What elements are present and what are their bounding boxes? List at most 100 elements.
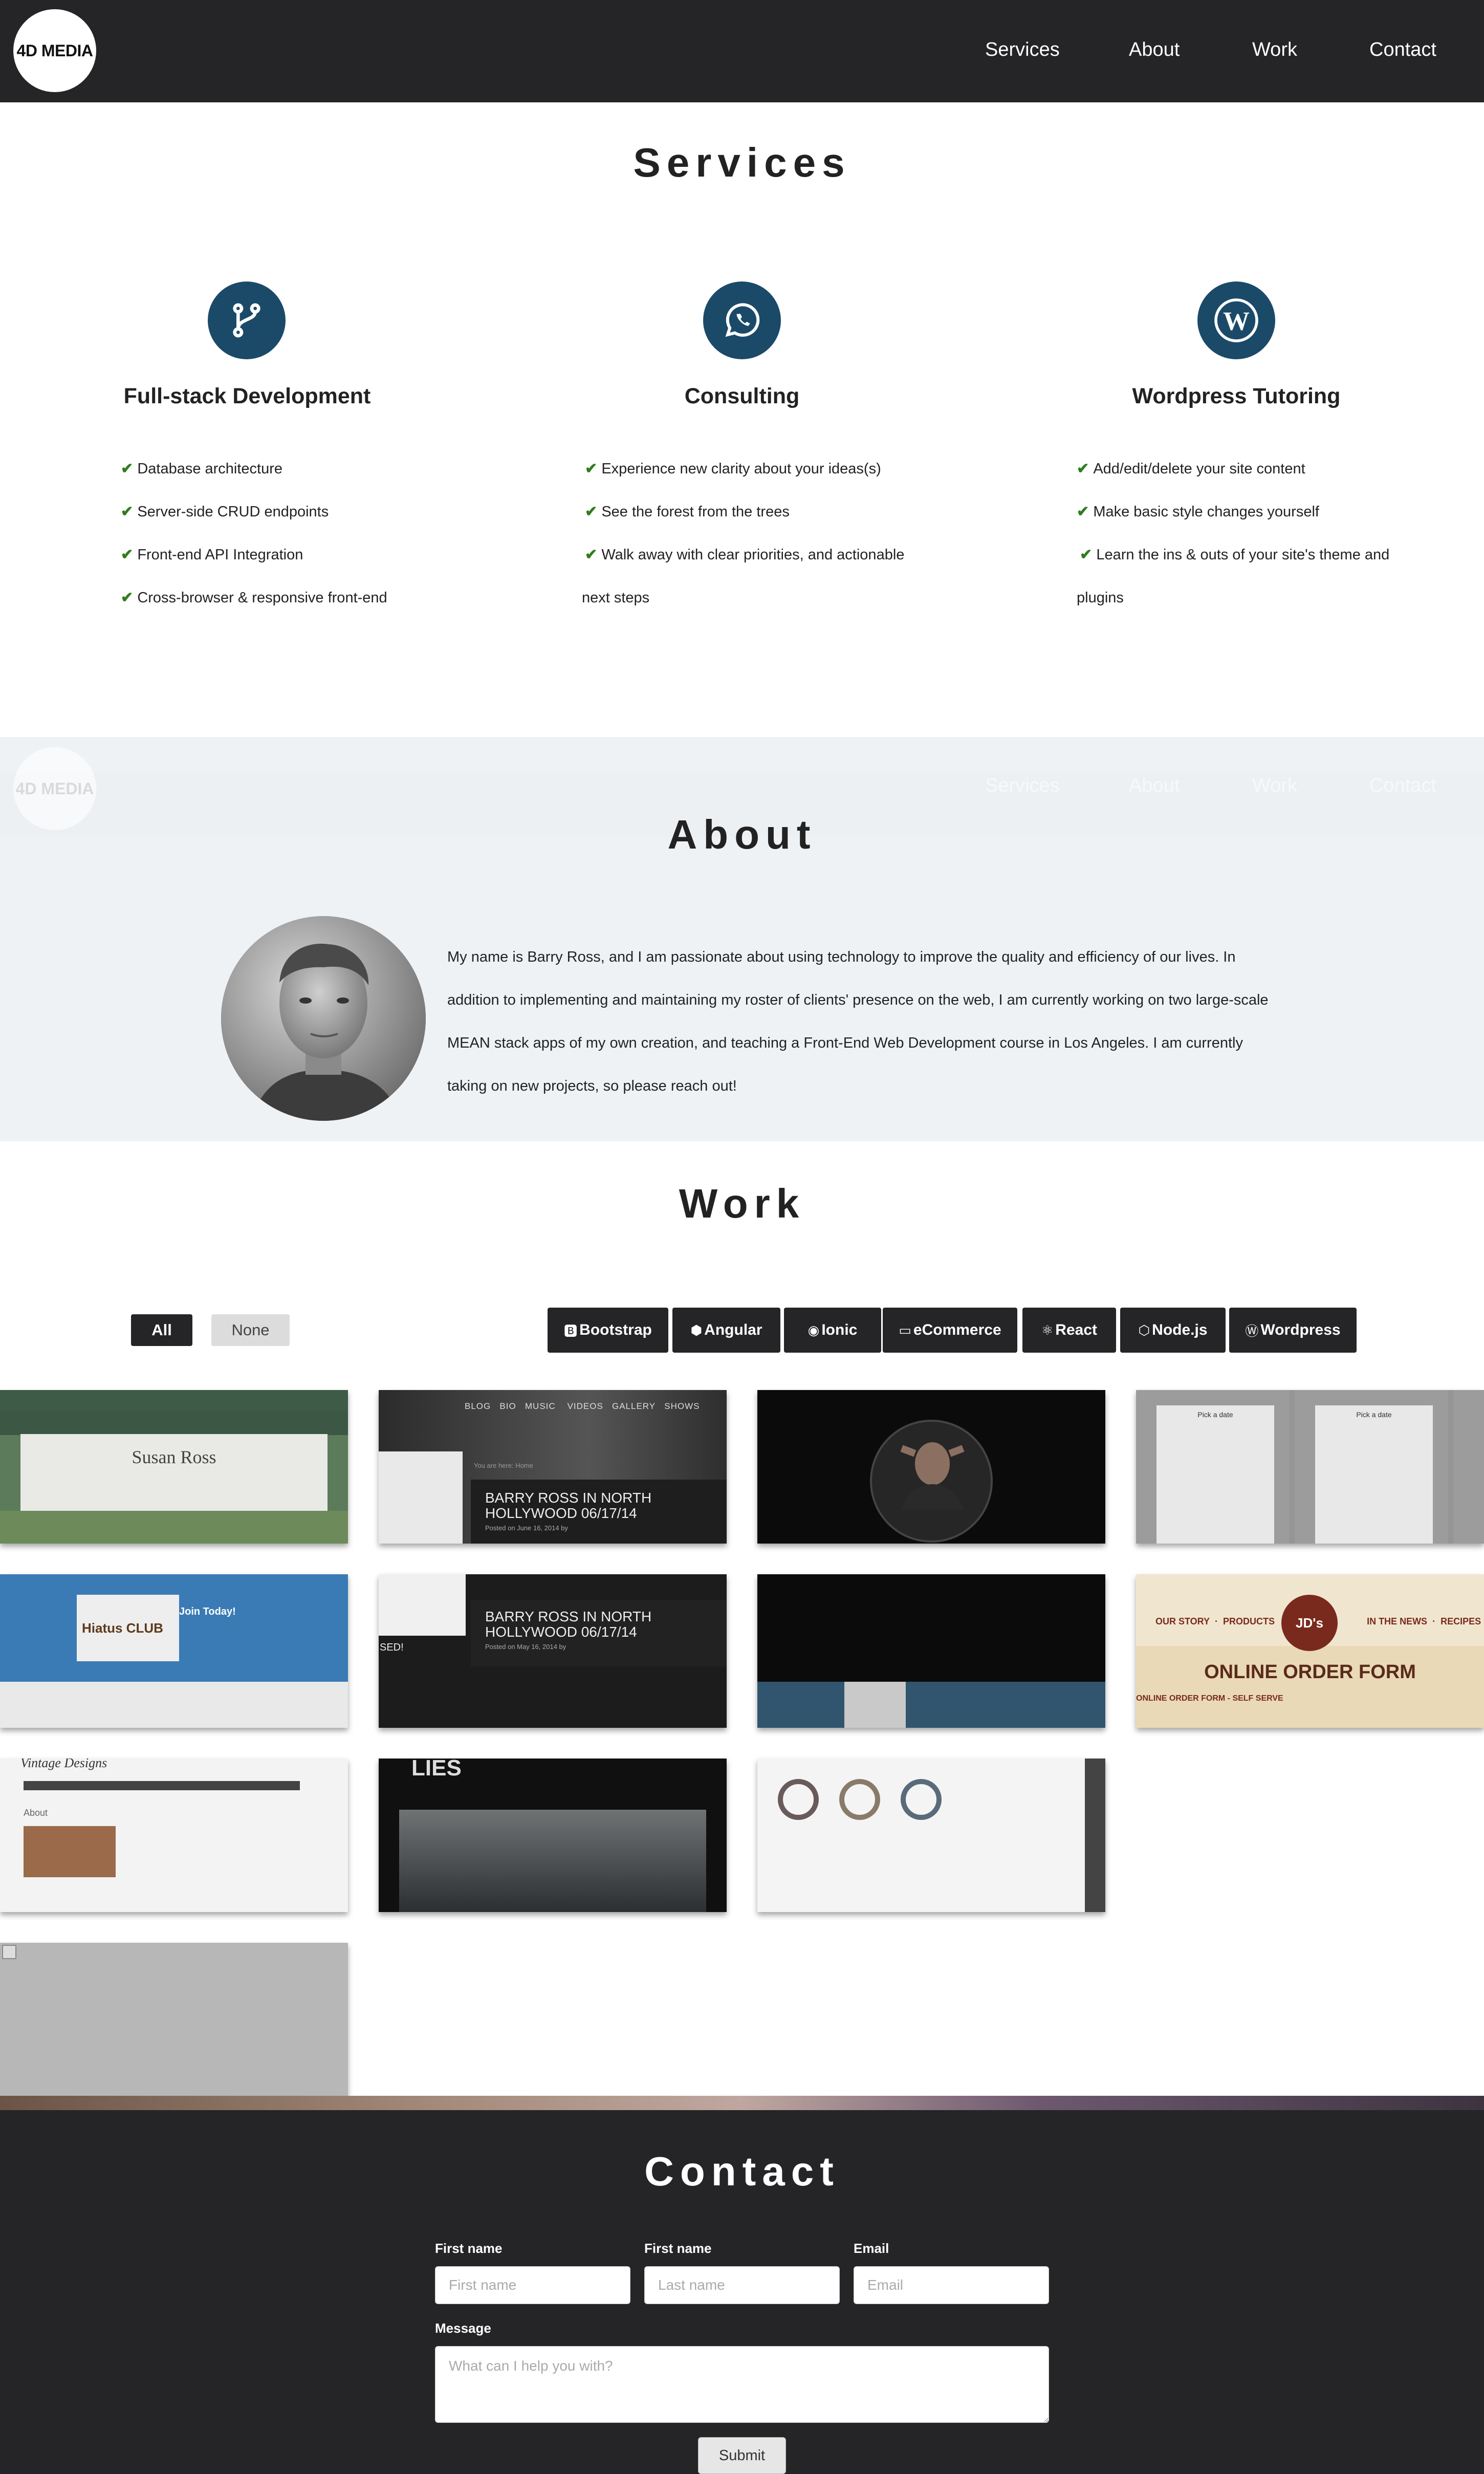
list-item: ✔ See the forest from the trees bbox=[585, 504, 790, 520]
tile-order-heading: ONLINE ORDER FORM bbox=[1204, 1661, 1416, 1683]
wordpress-icon: W bbox=[1197, 281, 1275, 359]
wordpress-small-icon: Ⓦ bbox=[1245, 1323, 1259, 1339]
check-icon: ✔ bbox=[1080, 547, 1093, 563]
tag-ionic[interactable]: ◉ Ionic bbox=[784, 1308, 881, 1353]
tag-nodejs[interactable]: ⬡ Node.js bbox=[1120, 1308, 1226, 1353]
service-list-fullstack: ✔ Database architecture ✔ Server-side CRUD… bbox=[121, 447, 387, 619]
tile-blog-post-title-2: BARRY ROSS IN NORTH HOLLYWOOD 06/17/14 bbox=[485, 1609, 652, 1640]
svg-text:W: W bbox=[1223, 307, 1250, 336]
faded-nav-link-contact: Contact bbox=[1369, 775, 1436, 796]
angular-icon: ⬢ bbox=[690, 1322, 703, 1338]
work-tile-date-picker[interactable]: Pick a date Pick a date bbox=[1136, 1390, 1484, 1544]
list-item: ✔ Database architecture bbox=[121, 461, 283, 477]
check-icon: ✔ bbox=[585, 461, 598, 477]
check-icon: ✔ bbox=[121, 590, 134, 606]
nav-link-work[interactable]: Work bbox=[1252, 39, 1297, 61]
credit-card-icon: ▭ bbox=[899, 1322, 911, 1338]
list-item: ✔ Learn the ins & outs of your site's the… bbox=[1077, 547, 1390, 606]
email-label: Email bbox=[854, 2241, 889, 2256]
tile-susan-name: Susan Ross bbox=[132, 1447, 216, 1467]
tag-angular[interactable]: ⬢ Angular bbox=[672, 1308, 780, 1353]
git-fork-icon bbox=[208, 281, 286, 359]
list-item: ✔ Make basic style changes yourself bbox=[1077, 504, 1319, 520]
ionic-icon: ◉ bbox=[808, 1322, 820, 1338]
service-title-wordpress: Wordpress Tutoring bbox=[1132, 384, 1341, 408]
tile-kevin-photo bbox=[900, 1442, 965, 1510]
work-tile-music-blog[interactable]: BLOG BIO MUSIC VIDEOS GALLERY SHOWS You … bbox=[379, 1390, 727, 1544]
list-item: ✔ Walk away with clear priorities, and ac… bbox=[582, 547, 905, 606]
work-tile-hiatus-club[interactable]: Hiatus CLUB Join Today! bbox=[0, 1574, 348, 1728]
service-list-wordpress: ✔ Add/edit/delete your site content ✔ Make… bbox=[1077, 447, 1404, 619]
list-item: ✔ Add/edit/delete your site content bbox=[1077, 461, 1305, 477]
logo[interactable]: 4D MEDIA bbox=[13, 9, 96, 92]
bootstrap-icon: 🅱 bbox=[564, 1323, 578, 1339]
nav-link-contact[interactable]: Contact bbox=[1369, 39, 1436, 61]
email-input[interactable] bbox=[854, 2266, 1049, 2304]
message-textarea[interactable] bbox=[435, 2346, 1049, 2423]
whatsapp-icon bbox=[703, 281, 781, 359]
check-icon: ✔ bbox=[1077, 504, 1089, 520]
first-name-label: First name bbox=[435, 2241, 503, 2256]
work-tile-lies[interactable]: LIES bbox=[379, 1759, 727, 1912]
work-tile-kevin-flood-2[interactable]: Kevin Flood bbox=[757, 1574, 1105, 1728]
tile-lies-word: LIES bbox=[411, 1759, 462, 1781]
check-icon: ✔ bbox=[585, 547, 598, 563]
tag-bootstrap[interactable]: 🅱 Bootstrap bbox=[548, 1308, 668, 1353]
services-title: Services bbox=[633, 140, 851, 185]
tile-hiatus-logo: Hiatus CLUB bbox=[82, 1620, 163, 1636]
tag-ecommerce[interactable]: ▭ eCommerce bbox=[883, 1308, 1017, 1353]
service-title-fullstack: Full-stack Development bbox=[123, 384, 371, 408]
contact-photo-strip bbox=[0, 2096, 1484, 2110]
work-tile-online-order[interactable]: OUR STORY · PRODUCTS IN THE NEWS · RECIP… bbox=[1136, 1574, 1484, 1728]
faded-nav-link-services: Services bbox=[985, 775, 1060, 796]
tile-vintage-script: Vintage Designs bbox=[20, 1759, 107, 1770]
last-name-label: First name bbox=[644, 2241, 712, 2256]
tag-wordpress[interactable]: Ⓦ Wordpress bbox=[1229, 1308, 1357, 1353]
logo-text: 4D MEDIA bbox=[16, 41, 93, 60]
work-tile-music-blog-2[interactable]: BARRY ROSS IN NORTH HOLLYWOOD 06/17/14 P… bbox=[379, 1574, 727, 1728]
tile-blog-breadcrumb: You are here: Home bbox=[474, 1462, 533, 1469]
check-icon: ✔ bbox=[585, 504, 598, 520]
faded-nav-link-work: Work bbox=[1252, 775, 1297, 796]
work-title: Work bbox=[679, 1181, 805, 1226]
tile-blog-post-meta: Posted on June 16, 2014 by bbox=[485, 1524, 568, 1532]
broken-image-icon bbox=[2, 1945, 16, 1959]
about-title: About bbox=[667, 812, 817, 857]
nav-link-services[interactable]: Services bbox=[985, 39, 1060, 61]
work-tile-kevin-flood[interactable] bbox=[757, 1390, 1105, 1544]
list-item: ✔ Experience new clarity about your ideas… bbox=[585, 461, 881, 477]
tile-blog-post-meta-2: Posted on May 16, 2014 by bbox=[485, 1643, 566, 1651]
work-tile-broken-image[interactable] bbox=[0, 1943, 348, 2096]
nav-link-about[interactable]: About bbox=[1129, 39, 1180, 61]
submit-button[interactable]: Submit bbox=[698, 2437, 786, 2474]
tile-order-subheading: ONLINE ORDER FORM - SELF SERVE bbox=[1136, 1694, 1283, 1703]
work-tile-vintage-designs[interactable]: Vintage Designs About bbox=[0, 1759, 348, 1912]
tile-blog-sed: SED! bbox=[380, 1642, 404, 1653]
about-text: My name is Barry Ross, and I am passiona… bbox=[447, 949, 1269, 1094]
contact-title: Contact bbox=[644, 2149, 840, 2194]
check-icon: ✔ bbox=[121, 504, 134, 520]
work-tile-jewelry-shop[interactable] bbox=[757, 1759, 1105, 1912]
tile-hiatus-heading: Join Today! bbox=[179, 1606, 236, 1617]
message-label: Message bbox=[435, 2320, 491, 2336]
profile-photo bbox=[221, 916, 426, 1121]
list-item: ✔ Cross-browser & responsive front-end bbox=[121, 590, 387, 606]
tile-vintage-heading: About bbox=[24, 1808, 48, 1818]
react-icon: ⚛ bbox=[1041, 1322, 1054, 1338]
last-name-input[interactable] bbox=[644, 2266, 840, 2304]
list-item: ✔ Front-end API Integration bbox=[121, 547, 303, 563]
first-name-input[interactable] bbox=[435, 2266, 630, 2304]
filter-all-button[interactable]: All bbox=[131, 1314, 192, 1346]
service-list-consulting: ✔ Experience new clarity about your ideas… bbox=[582, 447, 933, 619]
list-item: ✔ Server-side CRUD endpoints bbox=[121, 504, 329, 520]
faded-nav-link-about: About bbox=[1129, 775, 1180, 796]
check-icon: ✔ bbox=[121, 461, 134, 477]
work-tile-susan-ross[interactable]: Susan Ross bbox=[0, 1390, 348, 1544]
tile-kevin-name: Kevin Flood bbox=[757, 1574, 1105, 1579]
tile-order-badge: JD's bbox=[1281, 1595, 1338, 1651]
check-icon: ✔ bbox=[121, 547, 134, 563]
tile-blog-post-title: BARRY ROSS IN NORTH HOLLYWOOD 06/17/14 bbox=[485, 1490, 652, 1521]
top-navbar: 4D MEDIA Services About Work Contact bbox=[0, 0, 1484, 102]
filter-none-button[interactable]: None bbox=[211, 1314, 290, 1346]
tag-react[interactable]: ⚛ React bbox=[1022, 1308, 1116, 1353]
